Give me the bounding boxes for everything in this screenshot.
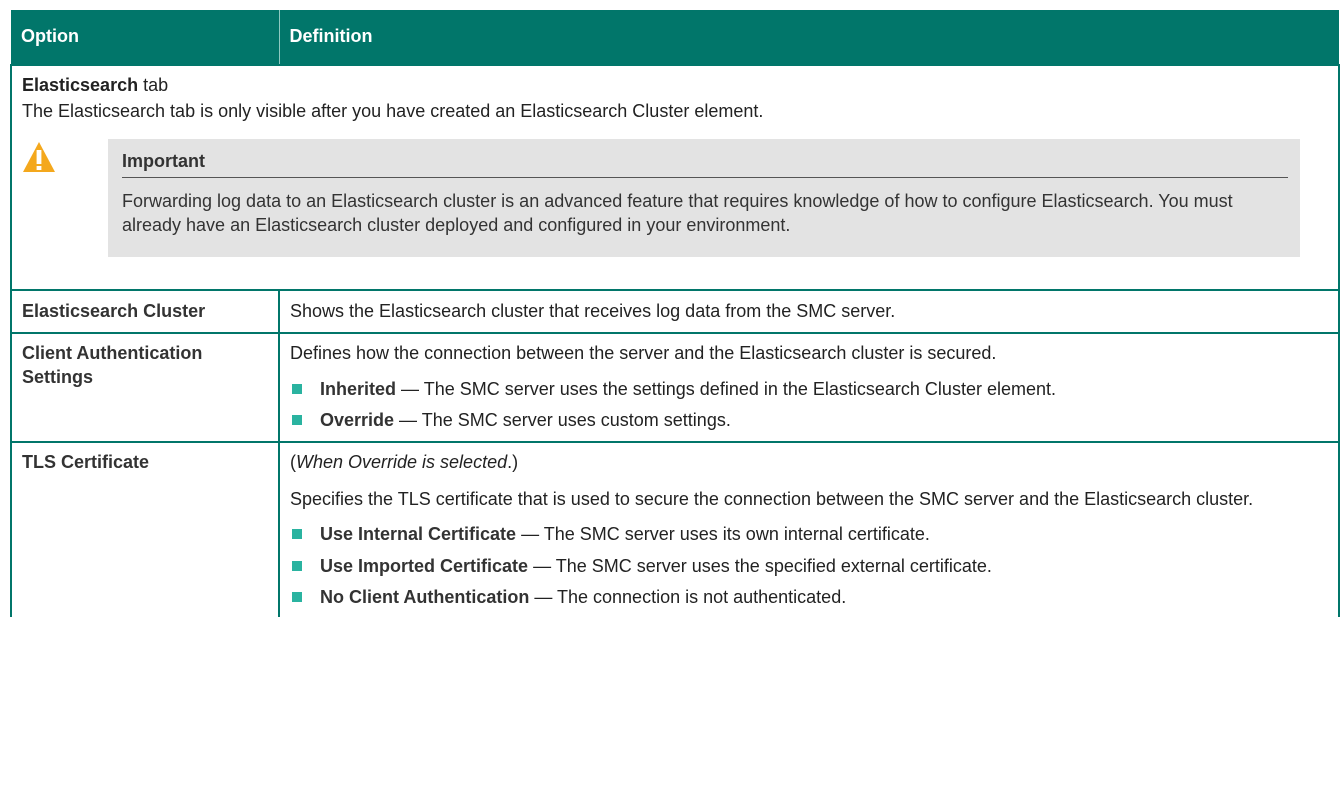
- list-item-term: No Client Authentication: [320, 587, 530, 608]
- definition-text: Shows the Elasticsearch cluster that rec…: [290, 300, 896, 321]
- list-item: Override — The SMC server uses custom se…: [290, 409, 1328, 432]
- section-title-bold: Elasticsearch: [22, 75, 139, 95]
- list-item-term: Inherited: [320, 378, 397, 399]
- bullet-icon: [292, 560, 302, 571]
- list-item: No Client Authentication — The connectio…: [290, 586, 1328, 609]
- note-text: Forwarding log data to an Elasticsearch …: [122, 191, 1233, 235]
- section-cell: Elasticsearch tab The Elasticsearch tab …: [10, 64, 1340, 291]
- list-item: Inherited — The SMC server uses the sett…: [290, 378, 1328, 401]
- list-item-term: Override: [320, 410, 395, 431]
- bullet-icon: [292, 383, 302, 394]
- table-row: TLS Certificate (When Override is select…: [10, 440, 1340, 618]
- section-title-rest: tab: [138, 75, 169, 95]
- bullet-icon: [292, 529, 302, 540]
- definition-cell: Shows the Elasticsearch cluster that rec…: [278, 288, 1340, 335]
- option-list: Inherited — The SMC server uses the sett…: [290, 378, 1328, 433]
- warning-icon: [23, 141, 55, 172]
- table-row: Client Authentication Settings Defines h…: [10, 332, 1340, 443]
- bullet-icon: [292, 592, 302, 603]
- condition-close: .): [507, 451, 519, 472]
- list-item-term: Use Internal Certificate: [320, 524, 517, 545]
- important-note: Important Forwarding log data to an Elas…: [22, 138, 1300, 257]
- note-title: Important: [122, 150, 1288, 179]
- option-list: Use Internal Certificate — The SMC serve…: [290, 523, 1328, 609]
- note-box: Important Forwarding log data to an Elas…: [108, 138, 1300, 257]
- section-title: Elasticsearch tab: [22, 74, 1328, 97]
- definition-cell: (When Override is selected.) Specifies t…: [278, 440, 1340, 618]
- section-description: The Elasticsearch tab is only visible af…: [22, 101, 764, 122]
- table-header-row: Option Definition: [11, 10, 1339, 65]
- condition-italic: When Override is selected: [296, 451, 508, 472]
- table-row: Elasticsearch Cluster Shows the Elastics…: [10, 288, 1340, 335]
- section-row: Elasticsearch tab The Elasticsearch tab …: [10, 64, 1340, 291]
- option-cell: Elasticsearch Cluster: [10, 288, 280, 335]
- header-option: Option: [11, 10, 280, 65]
- list-item-text: — The SMC server uses the settings defin…: [396, 378, 1056, 399]
- list-item-text: — The SMC server uses its own internal c…: [516, 524, 930, 545]
- definition-text: Specifies the TLS certificate that is us…: [290, 488, 1254, 509]
- option-cell: TLS Certificate: [10, 440, 280, 618]
- option-cell: Client Authentication Settings: [10, 332, 280, 443]
- bullet-icon: [292, 415, 302, 426]
- list-item-text: — The SMC server uses the specified exte…: [528, 555, 992, 576]
- list-item-text: — The connection is not authenticated.: [529, 587, 847, 608]
- definition-text: Defines how the connection between the s…: [290, 343, 997, 364]
- definition-cell: Defines how the connection between the s…: [278, 332, 1340, 443]
- options-table: Option Definition Elasticsearch tab The …: [10, 10, 1340, 618]
- list-item-text: — The SMC server uses custom settings.: [394, 410, 731, 431]
- condition-text: (When Override is selected.): [290, 451, 1328, 474]
- header-definition: Definition: [279, 10, 1339, 65]
- list-item-term: Use Imported Certificate: [320, 555, 529, 576]
- list-item: Use Internal Certificate — The SMC serve…: [290, 523, 1328, 546]
- list-item: Use Imported Certificate — The SMC serve…: [290, 555, 1328, 578]
